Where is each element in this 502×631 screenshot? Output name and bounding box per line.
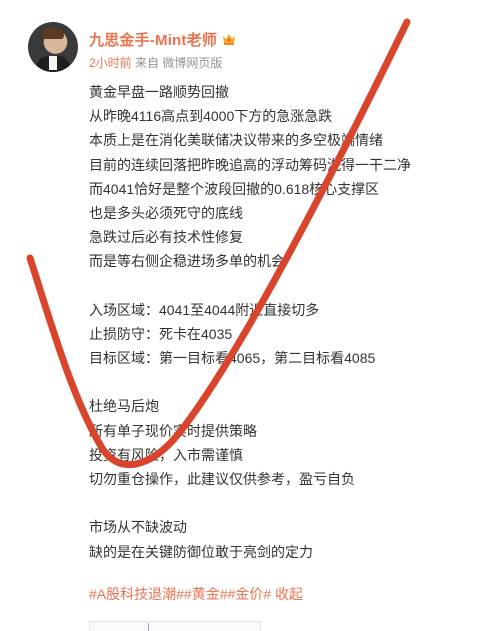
content-line: 止损防守：死卡在4035 (89, 325, 233, 342)
post-time[interactable]: 2小时前 (89, 56, 132, 70)
content-line: 缺的是在关键防御位敢于亮剑的定力 (89, 543, 313, 560)
avatar-shirt (49, 56, 57, 70)
content-line: 而是等右侧企稳进场多单的机会 (89, 253, 285, 270)
content-line: 所有单子现价实时提供策略 (89, 422, 257, 439)
content-blank-line (89, 274, 489, 298)
content-line: 入场区域：4041至4044附近直接切多 (89, 301, 320, 318)
content-line: 市场从不缺波动 (89, 519, 187, 536)
content-line: 而4041恰好是整个波段回撤的0.618核心支撑区 (89, 180, 380, 197)
content-line: 切勿重仓操作，此建议仅供参考，盈亏自负 (89, 471, 355, 487)
content-line: 也是多头必须死守的底线 (89, 204, 243, 221)
content-line: 杜绝马后炮 (89, 398, 159, 415)
avatar-hair (42, 28, 64, 39)
avatar[interactable] (28, 22, 78, 72)
content-line: 从昨晚4116高点到4000下方的急涨急跌 (89, 108, 333, 125)
post-content: 黄金早盘一路顺势回撤从昨晚4116高点到4000下方的急涨急跌本质上是在消化美联… (89, 80, 489, 564)
content-line: 黄金早盘一路顺势回撤 (89, 84, 229, 100)
user-name[interactable]: 九思金手-Mint老师 (89, 29, 217, 50)
crown-icon (223, 34, 236, 45)
content-line: 急跌过后必有技术性修复 (89, 229, 243, 246)
post-tags[interactable]: #A股科技退潮##黄金##金价# 收起 (89, 584, 303, 604)
user-header: 九思金手-Mint老师 (89, 28, 236, 50)
content-blank-line (89, 370, 489, 394)
post-meta: 2小时前 来自 微博网页版 (89, 54, 222, 71)
content-blank-line (89, 491, 489, 515)
post-source: 来自 微博网页版 (135, 56, 223, 70)
content-line: 投资有风险，入市需谨慎 (89, 446, 243, 463)
content-line: 目前的连续回落把昨晚追高的浮动筹码洗得一干二净 (89, 156, 411, 173)
content-line: 本质上是在消化美联储决议带来的多空极端情绪 (89, 132, 383, 149)
content-line: 目标区域：第一目标看4065，第二目标看4085 (89, 350, 376, 367)
